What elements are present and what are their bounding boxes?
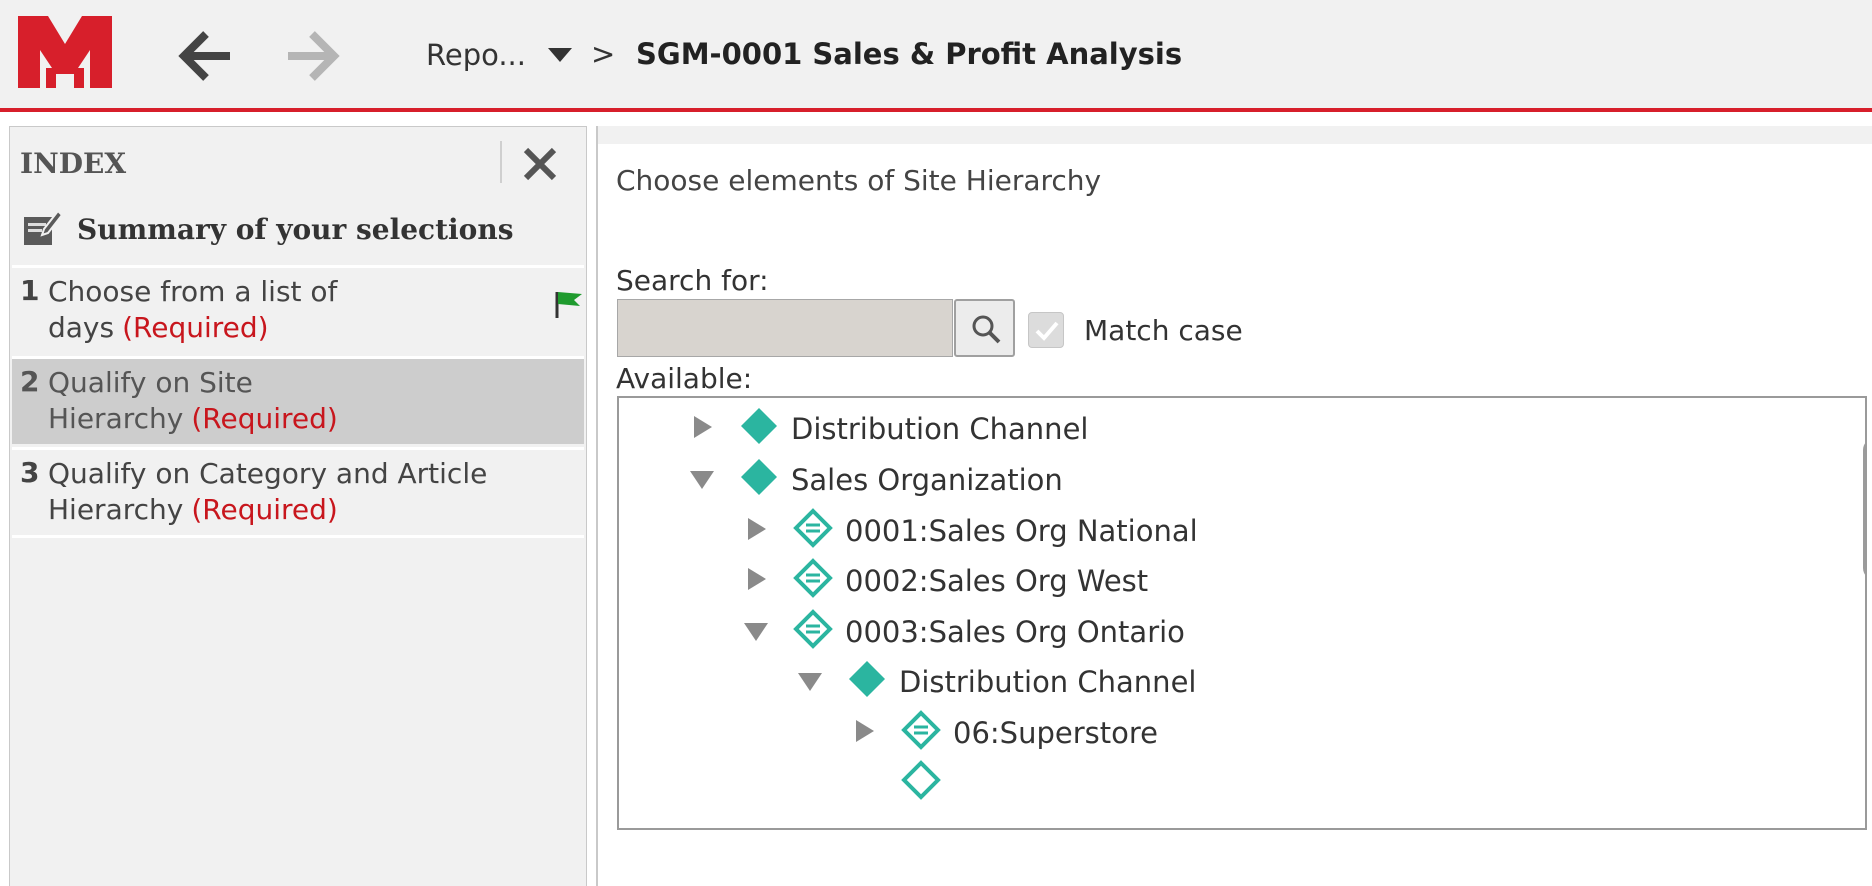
element-diamond-icon	[901, 710, 941, 750]
element-diamond-icon	[793, 558, 833, 598]
step-number: 1	[20, 274, 40, 307]
prompt-heading: Choose elements of Site Hierarchy	[616, 164, 1102, 197]
step-label: Choose from a list of days (Required)	[48, 275, 338, 344]
divider	[500, 141, 502, 183]
search-label: Search for:	[616, 264, 769, 297]
tree-scrollbar[interactable]	[1863, 438, 1865, 580]
required-tag: (Required)	[191, 402, 338, 435]
close-icon[interactable]	[521, 145, 559, 183]
main-panel: Choose elements of Site Hierarchy Search…	[596, 126, 1872, 886]
required-tag: (Required)	[122, 311, 269, 344]
search-button[interactable]	[954, 299, 1015, 357]
breadcrumb-separator: >	[591, 37, 616, 71]
collapse-arrow-icon[interactable]	[741, 615, 771, 645]
step-number: 3	[20, 456, 40, 489]
search-input[interactable]	[617, 299, 953, 357]
top-bar: Repo... > SGM-0001 Sales & Profit Analys…	[0, 0, 1872, 112]
tree-node-label: 0003:Sales Org Ontario	[845, 615, 1185, 649]
panel-header-strip	[598, 126, 1872, 144]
solid-diamond-icon	[739, 406, 779, 446]
search-icon	[972, 315, 1001, 344]
index-step-3[interactable]: 3 Qualify on Category and Article Hierar…	[12, 447, 584, 538]
match-case-label: Match case	[1084, 314, 1243, 347]
index-title: INDEX	[20, 147, 127, 180]
solid-diamond-icon	[847, 659, 887, 699]
expand-arrow-icon[interactable]	[741, 514, 771, 544]
tree-node-label: 06:Superstore	[953, 716, 1158, 750]
solid-diamond-icon	[739, 457, 779, 497]
match-case-checkbox[interactable]	[1028, 312, 1064, 348]
element-diamond-icon	[793, 508, 833, 548]
collapse-arrow-icon[interactable]	[795, 665, 825, 695]
available-label: Available:	[616, 362, 753, 395]
step-label: Qualify on Category and Article Hierarch…	[48, 457, 488, 526]
forward-arrow-icon[interactable]	[284, 28, 340, 84]
element-diamond-icon	[901, 760, 941, 800]
chevron-down-icon[interactable]	[546, 40, 574, 68]
index-step-1[interactable]: 1 Choose from a list of days (Required)	[12, 265, 584, 353]
summary-label: Summary of your selections	[77, 213, 514, 246]
required-tag: (Required)	[191, 493, 338, 526]
step-number: 2	[20, 365, 40, 398]
expand-arrow-icon[interactable]	[849, 716, 879, 746]
index-panel: INDEX Summary of your selections 1 Choos…	[9, 126, 587, 886]
summary-of-selections-link[interactable]: Summary of your selections	[20, 203, 580, 253]
tree-node-label: Sales Organization	[791, 463, 1063, 497]
green-flag-icon	[552, 288, 584, 320]
checkmark-icon	[1035, 321, 1059, 341]
available-tree: Distribution Channel Sales Organization …	[617, 396, 1867, 830]
tree-node-label: 0001:Sales Org National	[845, 514, 1198, 548]
expand-arrow-icon[interactable]	[687, 412, 717, 442]
report-title: SGM-0001 Sales & Profit Analysis	[636, 37, 1183, 71]
back-arrow-icon[interactable]	[178, 28, 234, 84]
app-logo[interactable]	[18, 16, 112, 88]
collapse-arrow-icon[interactable]	[687, 463, 717, 493]
tree-node-label: 0002:Sales Org West	[845, 564, 1149, 598]
edit-notes-icon	[22, 207, 64, 247]
expand-arrow-icon[interactable]	[741, 564, 771, 594]
step-label: Qualify on Site Hierarchy (Required)	[48, 366, 338, 435]
tree-node-label: Distribution Channel	[899, 665, 1197, 699]
tree-node-label: Distribution Channel	[791, 412, 1089, 446]
element-diamond-icon	[793, 609, 833, 649]
breadcrumb-root[interactable]: Repo...	[426, 38, 526, 72]
index-step-2[interactable]: 2 Qualify on Site Hierarchy (Required)	[12, 356, 584, 444]
